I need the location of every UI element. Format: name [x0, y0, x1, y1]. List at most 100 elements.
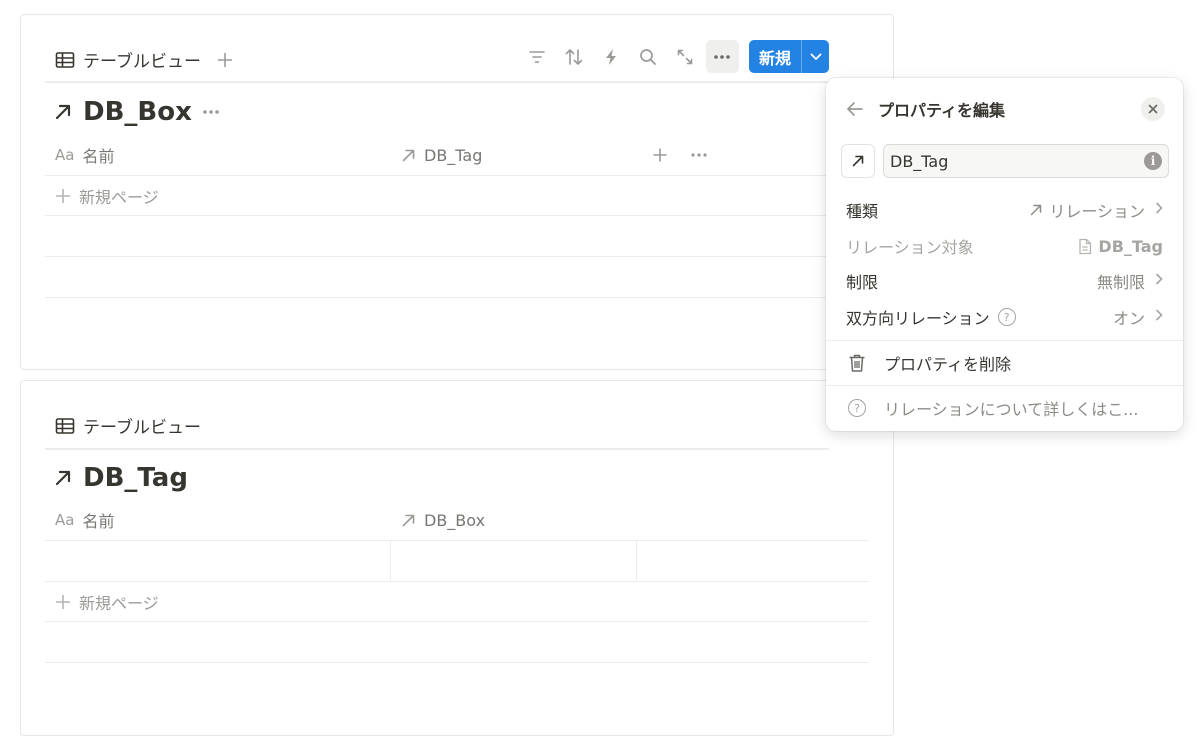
new-page-row[interactable]: 新規ページ [55, 590, 159, 614]
view-tab-divider [45, 81, 829, 83]
view-tab-label: テーブルビュー [83, 418, 201, 438]
database-title-text: DB_Box [83, 97, 192, 127]
column-header-relation[interactable]: DB_Box [391, 511, 643, 530]
info-icon[interactable]: i [1144, 152, 1162, 170]
row-divider [45, 581, 869, 582]
column-label: 名前 [82, 512, 115, 531]
plus-icon [55, 188, 71, 204]
popup-divider [826, 385, 1183, 386]
chevron-right-icon [1155, 202, 1163, 218]
back-arrow-icon[interactable] [846, 101, 864, 117]
view-tab-table[interactable]: テーブルビュー [55, 413, 201, 438]
two-way-relation-row[interactable]: 双方向リレーション ? オン [846, 302, 1163, 332]
arrow-up-right-icon [53, 468, 73, 488]
delete-property-label: プロパティを削除 [884, 355, 1012, 374]
row-value: 無制限 [1097, 269, 1163, 293]
row-value: オン [1113, 305, 1163, 329]
expand-icon[interactable] [669, 40, 702, 73]
row-divider [45, 621, 869, 622]
row-divider [45, 215, 869, 216]
database-more-icon[interactable] [202, 109, 220, 115]
column-label: 名前 [82, 147, 115, 166]
view-tab-divider [45, 448, 829, 450]
arrow-up-right-icon [401, 513, 416, 528]
database-block-db-tag: テーブルビュー DB_Tag Aa 名前 DB_Box 新規ページ [20, 380, 894, 736]
new-page-row[interactable]: 新規ページ [55, 184, 159, 208]
view-tab-table[interactable]: テーブルビュー [55, 47, 233, 72]
cell-divider [636, 541, 637, 581]
database-title-text: DB_Tag [83, 463, 188, 493]
chevron-down-icon[interactable] [801, 40, 829, 73]
chevron-right-icon [1155, 309, 1163, 325]
view-toolbar: 新規 [521, 40, 829, 73]
text-type-icon: Aa [55, 511, 75, 529]
view-tab-label: テーブルビュー [83, 52, 201, 72]
arrow-up-right-icon [851, 154, 865, 168]
row-value-text: オン [1112, 309, 1145, 328]
column-header-name[interactable]: Aa 名前 [45, 508, 391, 532]
popup-divider [826, 340, 1183, 341]
database-title[interactable]: DB_Box [53, 97, 220, 127]
cell-divider [390, 541, 391, 581]
row-divider [45, 256, 869, 257]
property-name-input[interactable]: DB_Tag i [883, 144, 1169, 178]
column-label: DB_Box [424, 510, 486, 530]
property-icon-button[interactable] [841, 144, 875, 178]
relation-help-link[interactable]: ? リレーションについて詳しくはこ... [848, 393, 1163, 423]
property-name-value: DB_Tag [890, 151, 949, 171]
new-page-label: 新規ページ [79, 594, 159, 613]
row-value: リレーション [1029, 198, 1163, 222]
arrow-up-right-icon [401, 148, 416, 163]
filter-icon[interactable] [521, 40, 554, 73]
row-divider [45, 540, 869, 541]
column-more-icon[interactable] [691, 153, 707, 157]
automation-icon[interactable] [595, 40, 628, 73]
add-view-icon[interactable] [217, 52, 233, 68]
chevron-right-icon [1155, 273, 1163, 289]
property-name-row: DB_Tag i [841, 144, 1169, 178]
column-header-relation[interactable]: DB_Tag [391, 146, 643, 165]
row-key: 制限 [846, 273, 879, 292]
database-title[interactable]: DB_Tag [53, 463, 188, 493]
close-icon[interactable] [1141, 97, 1165, 121]
more-icon[interactable] [705, 40, 739, 73]
table-header: Aa 名前 DB_Tag [45, 135, 869, 175]
new-button[interactable]: 新規 [748, 40, 829, 73]
popup-header: プロパティを編集 [846, 96, 1165, 122]
arrow-up-right-icon [1029, 203, 1043, 217]
relation-help-label: リレーションについて詳しくはこ... [884, 400, 1139, 419]
table-icon [55, 417, 75, 435]
new-page-label: 新規ページ [79, 188, 159, 207]
row-value-text: 無制限 [1096, 273, 1145, 292]
sort-icon[interactable] [558, 40, 591, 73]
popup-title: プロパティを編集 [878, 101, 1006, 120]
row-divider [45, 175, 869, 176]
row-divider [45, 297, 869, 298]
new-button-label[interactable]: 新規 [749, 40, 801, 73]
row-key: 種類 [846, 202, 879, 221]
arrow-up-right-icon [53, 102, 73, 122]
row-key-text: 双方向リレーション [846, 309, 990, 328]
limit-row[interactable]: 制限 無制限 [846, 266, 1163, 296]
column-header-name[interactable]: Aa 名前 [45, 143, 391, 167]
add-column-icon[interactable] [653, 148, 667, 162]
table-header: Aa 名前 DB_Box [45, 500, 869, 540]
row-key: リレーション対象 [846, 238, 974, 257]
plus-icon [55, 594, 71, 610]
row-value-text: リレーション [1049, 202, 1145, 221]
trash-icon [848, 353, 866, 373]
row-divider [45, 662, 869, 663]
column-label: DB_Tag [424, 145, 483, 165]
edit-property-popup: プロパティを編集 DB_Tag i 種類 リレーション リレーション対象 DB_… [826, 78, 1183, 431]
page-icon [1078, 238, 1092, 255]
search-icon[interactable] [632, 40, 665, 73]
database-block-db-box: テーブルビュー 新規 DB_Box Aa 名前 DB_Tag 新規ページ [20, 14, 894, 370]
help-icon[interactable]: ? [997, 308, 1016, 326]
property-type-row[interactable]: 種類 リレーション [846, 195, 1163, 225]
table-icon [55, 51, 75, 69]
relation-target-row: リレーション対象 DB_Tag [846, 231, 1163, 261]
row-value-text: DB_Tag [1098, 236, 1163, 256]
delete-property-button[interactable]: プロパティを削除 [848, 348, 1163, 378]
text-type-icon: Aa [55, 146, 75, 164]
help-icon: ? [848, 399, 866, 417]
